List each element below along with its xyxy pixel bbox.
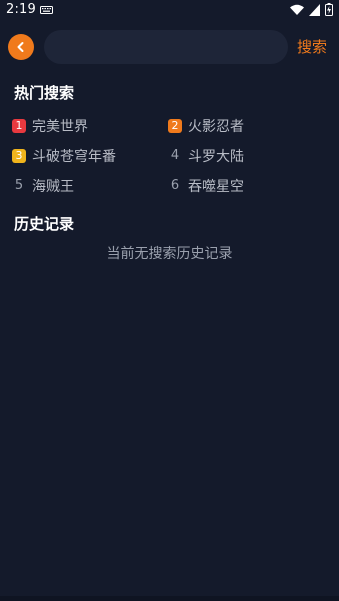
hot-search-item[interactable]: 1 完美世界 xyxy=(12,116,88,136)
hot-search-label: 完美世界 xyxy=(32,119,88,135)
bottom-edge xyxy=(0,596,339,601)
rank-badge: 3 xyxy=(12,149,26,163)
rank-badge: 1 xyxy=(12,119,26,133)
hot-search-label: 斗破苍穹年番 xyxy=(32,149,116,165)
empty-history-text: 当前无搜索历史记录 xyxy=(106,246,233,262)
hot-search-title: 热门搜索 xyxy=(14,84,75,102)
signal-icon xyxy=(309,3,320,16)
hot-search-label: 海贼王 xyxy=(32,179,74,195)
keyboard-icon xyxy=(40,6,53,14)
search-input[interactable] xyxy=(44,30,288,64)
hot-search-label: 火影忍者 xyxy=(188,119,244,135)
hot-search-item[interactable]: 4 斗罗大陆 xyxy=(168,146,244,166)
back-button[interactable] xyxy=(8,34,34,60)
hot-search-item[interactable]: 6 吞噬星空 xyxy=(168,176,244,196)
status-icons xyxy=(290,3,333,16)
status-time: 2:19 xyxy=(6,2,36,17)
hot-search-label: 斗罗大陆 xyxy=(188,149,244,165)
rank-badge: 4 xyxy=(170,148,180,163)
rank-badge: 5 xyxy=(14,178,24,193)
chevron-left-icon xyxy=(17,42,24,52)
status-bar: 2:19 xyxy=(0,0,339,22)
rank-badge: 2 xyxy=(168,119,182,133)
rank-badge: 6 xyxy=(170,178,180,193)
history-title: 历史记录 xyxy=(14,215,75,233)
hot-search-item[interactable]: 5 海贼王 xyxy=(12,176,74,196)
search-button[interactable]: 搜索 xyxy=(297,36,327,57)
hot-search-item[interactable]: 2 火影忍者 xyxy=(168,116,244,136)
hot-search-item[interactable]: 3 斗破苍穹年番 xyxy=(12,146,116,166)
wifi-icon xyxy=(290,4,304,15)
search-header: 搜索 xyxy=(0,28,339,68)
battery-icon xyxy=(325,3,333,16)
hot-search-label: 吞噬星空 xyxy=(188,179,244,195)
